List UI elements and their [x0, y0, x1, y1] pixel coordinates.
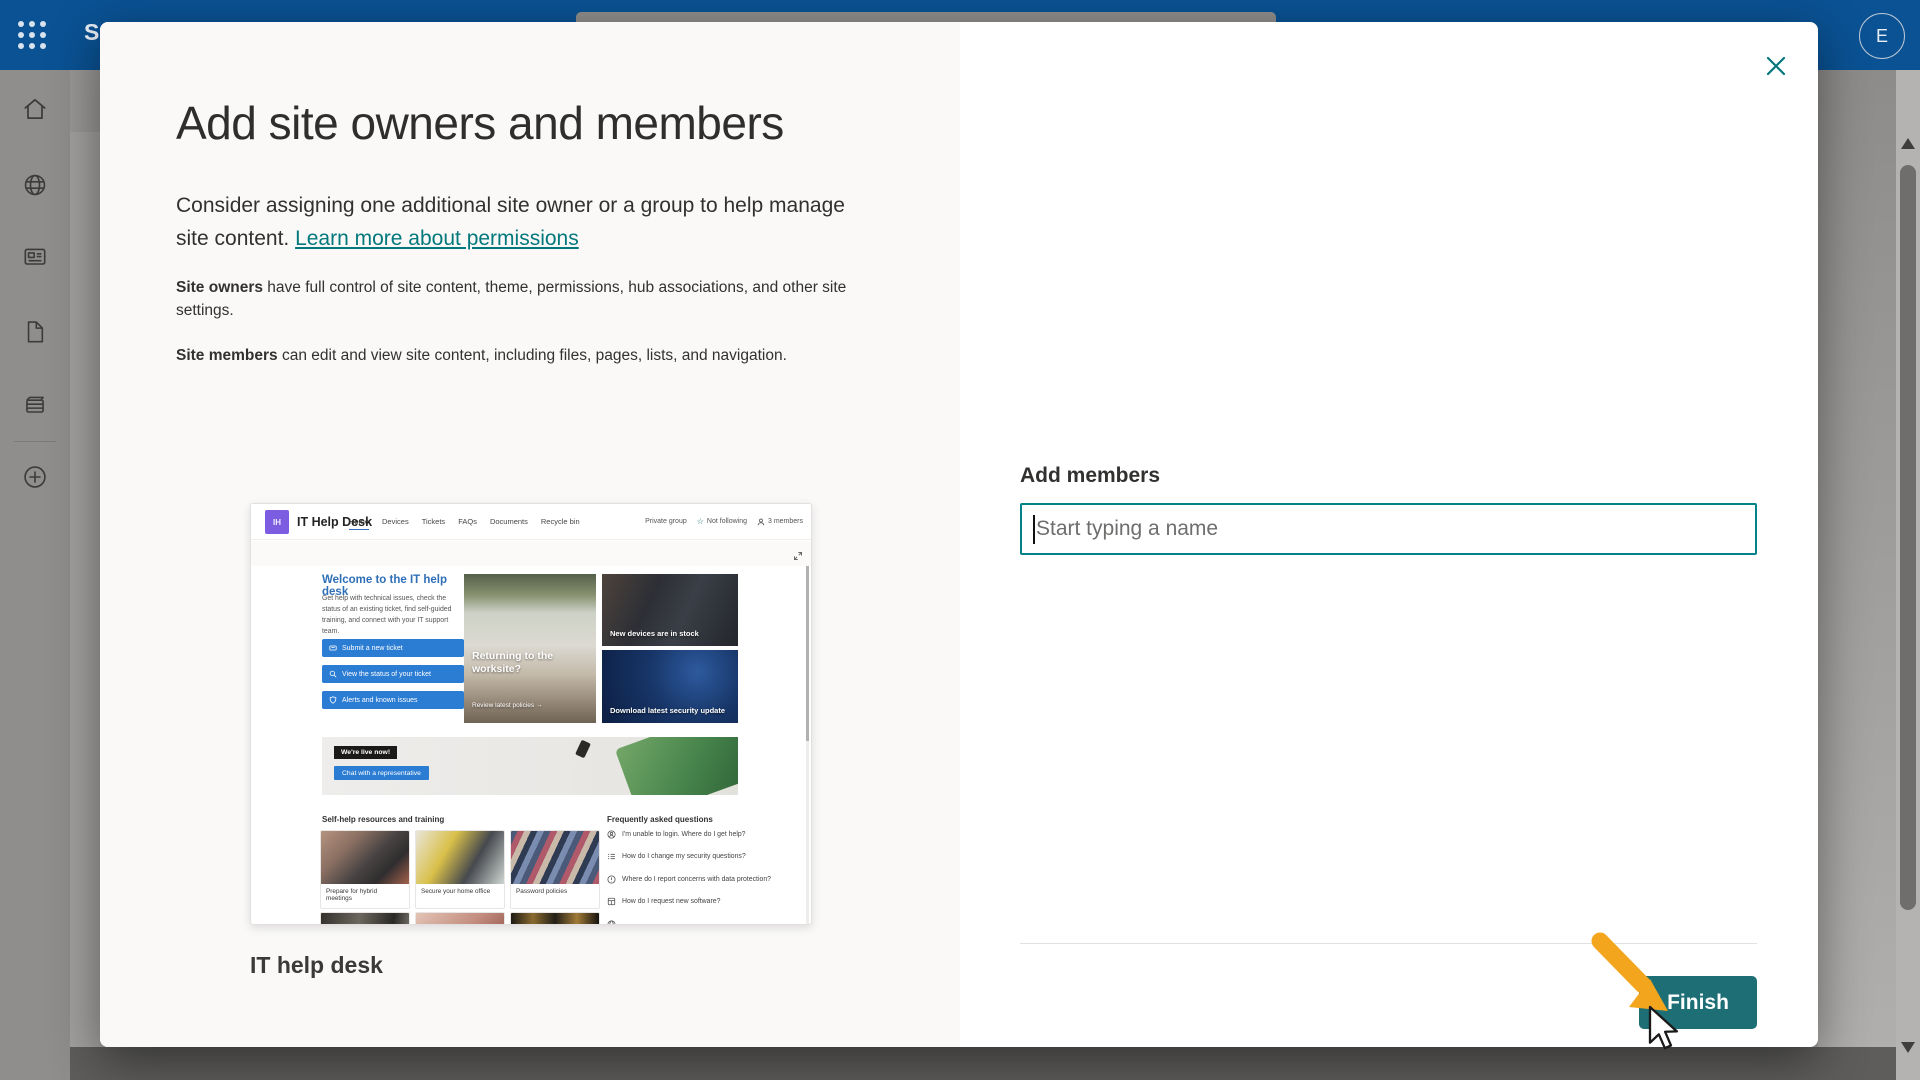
resource-card-caption: Password policies [511, 884, 599, 901]
preview-nav-documents: Documents [490, 517, 528, 530]
preview-alerts-button: Alerts and known issues [322, 691, 464, 709]
dimmed-content-bottom [70, 1047, 1896, 1080]
star-icon: ☆ [697, 517, 704, 526]
close-icon[interactable] [1760, 50, 1792, 82]
create-site-plus-icon[interactable] [21, 463, 49, 491]
dimmed-content-right [1818, 70, 1896, 1080]
preview-welcome-body: Get help with technical issues, check th… [322, 593, 454, 637]
site-members-rest: can edit and view site content, includin… [278, 347, 787, 364]
globe-icon[interactable] [21, 171, 49, 199]
expand-preview-icon [793, 548, 803, 558]
preview-hero-devices-image: New devices are in stock [602, 574, 738, 646]
news-icon[interactable] [21, 243, 49, 271]
site-members-term: Site members [176, 347, 278, 364]
password-policies-image [511, 831, 599, 884]
resource-card-home-office: Secure your home office [415, 830, 505, 909]
chip-image [575, 740, 591, 759]
site-owners-term: Site owners [176, 279, 263, 296]
dialog-title: Add site owners and members [176, 96, 784, 150]
preview-resource-cards: Prepare for hybrid meetings Secure your … [320, 830, 600, 909]
preview-nav-home: Home [349, 517, 369, 530]
shield-icon [329, 696, 337, 704]
preview-nav-devices: Devices [382, 517, 409, 530]
preview-nav-recycle-bin: Recycle bin [541, 517, 580, 530]
footer-divider [1020, 943, 1757, 944]
preview-chat-button: Chat with a representative [334, 766, 429, 780]
preview-resource-cards-row2 [320, 912, 600, 925]
hybrid-meetings-image [321, 831, 409, 884]
preview-faq-list: I'm unable to login. Where do I get help… [607, 830, 793, 925]
scrollbar-down-arrow[interactable] [1901, 1042, 1915, 1053]
add-owners-members-dialog: Add site owners and members Consider ass… [100, 22, 1818, 1047]
preview-nav-tickets: Tickets [422, 517, 445, 530]
preview-ticket-status-button: View the status of your ticket [322, 665, 464, 683]
resource-image-partial [415, 912, 505, 925]
preview-hero-worksite-cta: Review latest policies → [472, 702, 542, 709]
software-box-icon [607, 897, 616, 906]
faq-item: How do I change my security questions? [607, 852, 793, 862]
resource-card-passwords: Password policies [510, 830, 600, 909]
faq-item-partial [607, 920, 793, 925]
site-owners-rest: have full control of site content, theme… [176, 279, 846, 319]
document-icon[interactable] [21, 318, 49, 346]
faq-item: How do I request new software? [607, 897, 793, 907]
faq-item: I'm unable to login. Where do I get help… [607, 830, 793, 840]
preview-nav-faqs: FAQs [458, 517, 477, 530]
app-rail [0, 70, 70, 1080]
person-question-icon [607, 830, 616, 839]
site-owners-description: Site owners have full control of site co… [176, 276, 896, 323]
preview-faq-heading: Frequently asked questions [607, 815, 713, 824]
preview-hero-security-image: Download latest security update [602, 650, 738, 723]
preview-toolbar [251, 541, 812, 566]
preview-privacy-label: Private group [645, 518, 687, 525]
app-launcher-waffle-icon[interactable] [18, 21, 48, 51]
circuit-board-image [615, 737, 738, 795]
resource-image-partial [510, 912, 600, 925]
add-members-input[interactable] [1020, 503, 1757, 555]
lists-icon[interactable] [21, 391, 49, 419]
add-members-label: Add members [1020, 464, 1160, 488]
learn-more-link[interactable]: Learn more about permissions [295, 227, 579, 250]
search-small-icon [329, 670, 337, 678]
site-members-description: Site members can edit and view site cont… [176, 344, 916, 367]
ticket-icon [329, 644, 337, 652]
preview-live-badge: We're live now! [334, 746, 397, 759]
resource-image-partial [320, 912, 410, 925]
faq-item: Where do I report concerns with data pro… [607, 875, 793, 885]
preview-hero-worksite-title: Returning to the worksite? [472, 650, 584, 676]
site-template-preview: IH IT Help Desk Home Devices Tickets FAQ… [250, 503, 812, 925]
preview-hero-worksite-image: Returning to the worksite? Review latest… [464, 574, 596, 723]
preview-resources-heading: Self-help resources and training [322, 815, 444, 824]
alert-shield-icon [607, 875, 616, 884]
preview-members-count: 3 members [768, 518, 803, 525]
preview-site-meta: Private group ☆Not following 3 members [645, 517, 803, 526]
home-icon[interactable] [21, 95, 49, 123]
account-avatar[interactable]: E [1859, 13, 1905, 59]
resource-card-caption: Prepare for hybrid meetings [321, 884, 409, 908]
numbered-list-icon [607, 852, 616, 861]
preview-live-banner: We're live now! Chat with a representati… [322, 737, 738, 795]
preview-hero-security-caption: Download latest security update [610, 706, 725, 715]
scrollbar-up-arrow[interactable] [1901, 138, 1915, 149]
globe-small-icon [607, 920, 616, 925]
template-caption: IT help desk [250, 952, 383, 979]
preview-hero-devices-caption: New devices are in stock [610, 629, 699, 638]
screen: Sh E [0, 0, 1920, 1080]
preview-scrollbar [806, 566, 809, 925]
rail-divider [14, 441, 56, 442]
people-icon [757, 518, 765, 526]
dialog-intro: Consider assigning one additional site o… [176, 190, 866, 255]
preview-site-logo: IH [265, 510, 289, 534]
text-caret [1033, 515, 1035, 544]
finish-button[interactable]: Finish [1639, 976, 1757, 1029]
resource-card-hybrid: Prepare for hybrid meetings [320, 830, 410, 909]
home-office-image [416, 831, 504, 884]
app-title-clipped: Sh [84, 19, 101, 53]
scrollbar-thumb[interactable] [1900, 165, 1916, 910]
preview-site-nav: Home Devices Tickets FAQs Documents Recy… [349, 517, 580, 530]
preview-follow-label: Not following [707, 518, 747, 525]
resource-card-caption: Secure your home office [416, 884, 504, 901]
preview-submit-ticket-button: Submit a new ticket [322, 639, 464, 657]
preview-site-header: IH IT Help Desk Home Devices Tickets FAQ… [251, 504, 812, 540]
